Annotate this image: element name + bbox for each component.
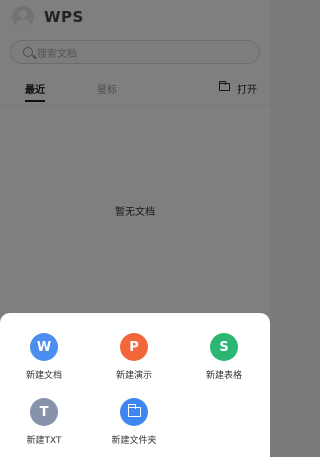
- doc-w-icon: W: [30, 333, 58, 361]
- new-txt-button[interactable]: T 新建TXT: [12, 398, 76, 446]
- new-presentation-label: 新建演示: [115, 371, 152, 381]
- new-spreadsheet-label: 新建表格: [205, 371, 242, 381]
- text-t-icon: T: [30, 398, 58, 426]
- presentation-p-icon: P: [120, 333, 148, 361]
- new-file-bottom-sheet: W 新建文档 P 新建演示 S 新建表格 T 新建TXT 新建文件夹: [0, 313, 270, 457]
- spreadsheet-s-icon: S: [210, 333, 238, 361]
- new-txt-label: 新建TXT: [26, 436, 62, 446]
- new-folder-icon: [120, 398, 148, 426]
- text-t-glyph: T: [39, 404, 49, 420]
- new-presentation-button[interactable]: P 新建演示: [102, 333, 166, 381]
- new-document-button[interactable]: W 新建文档: [12, 333, 76, 381]
- doc-w-glyph: W: [36, 339, 52, 355]
- folder-glyph-icon: [127, 404, 141, 417]
- new-document-label: 新建文档: [25, 371, 62, 381]
- new-folder-label: 新建文件夹: [111, 436, 157, 446]
- new-spreadsheet-button[interactable]: S 新建表格: [192, 333, 256, 381]
- new-folder-button[interactable]: 新建文件夹: [102, 398, 166, 446]
- spreadsheet-s-glyph: S: [219, 339, 229, 355]
- presentation-p-glyph: P: [129, 339, 139, 355]
